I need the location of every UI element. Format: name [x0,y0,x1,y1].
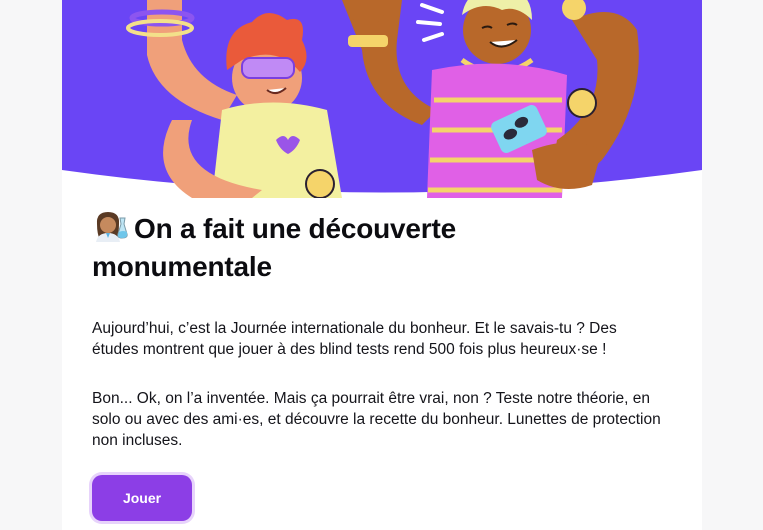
email-title: On a fait une découverte monumentale [92,210,672,286]
hero-illustration [62,0,702,198]
email-content: On a fait une découverte monumentale Auj… [92,210,672,521]
email-body: On a fait une découverte monumentale Auj… [62,0,702,530]
paragraph-intro: Aujourd’hui, c’est la Journée internatio… [92,320,617,358]
title-line-2: monumentale [92,251,272,282]
title-line-1: On a fait une découverte [134,213,456,244]
scientist-emoji-icon [96,212,128,242]
play-button[interactable]: Jouer [92,475,192,521]
paragraph-theory: Bon... Ok, on l’a inventée. Mais ça pour… [92,390,661,449]
